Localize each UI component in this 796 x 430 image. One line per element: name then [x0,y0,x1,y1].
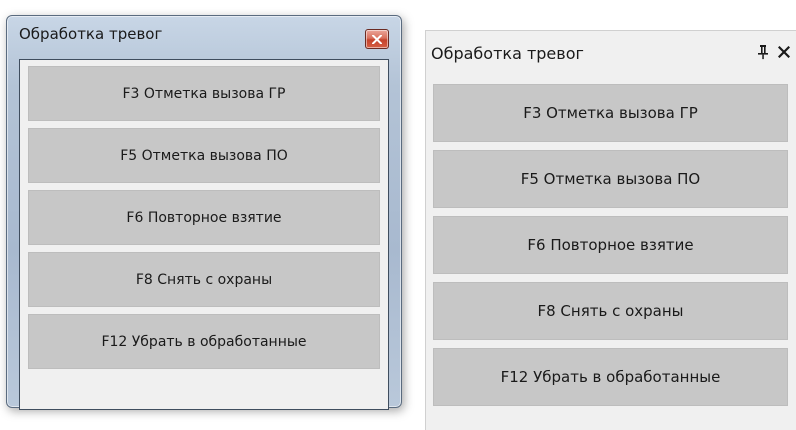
f3-call-gr-button[interactable]: F3 Отметка вызова ГР [433,84,788,142]
f6-rearm-button[interactable]: F6 Повторное взятие [28,190,380,245]
button-label: F8 Снять с охраны [135,271,273,288]
button-label: F5 Отметка вызова ПО [520,170,701,188]
window-close-button[interactable] [365,29,389,49]
f5-call-po-button[interactable]: F5 Отметка вызова ПО [28,128,380,183]
action-button-list: F3 Отметка вызова ГР F5 Отметка вызова П… [433,84,788,414]
docked-alarm-panel: Обработка тревог F3 Отметка вызова ГР F5… [425,30,796,430]
action-button-list: F3 Отметка вызова ГР F5 Отметка вызова П… [28,66,380,376]
panel-close-button[interactable] [775,42,793,62]
f3-call-gr-button[interactable]: F3 Отметка вызова ГР [28,66,380,121]
f8-disarm-button[interactable]: F8 Снять с охраны [433,282,788,340]
close-icon [372,34,382,44]
button-label: F12 Убрать в обработанные [101,333,307,350]
button-label: F3 Отметка вызова ГР [122,85,286,102]
f12-move-to-processed-button[interactable]: F12 Убрать в обработанные [28,314,380,369]
button-label: F5 Отметка вызова ПО [120,147,288,164]
pin-icon [758,45,768,60]
button-label: F12 Убрать в обработанные [500,368,721,386]
button-label: F6 Повторное взятие [527,236,694,254]
f6-rearm-button[interactable]: F6 Повторное взятие [433,216,788,274]
panel-title: Обработка тревог [431,44,584,63]
f5-call-po-button[interactable]: F5 Отметка вызова ПО [433,150,788,208]
f12-move-to-processed-button[interactable]: F12 Убрать в обработанные [433,348,788,406]
f8-disarm-button[interactable]: F8 Снять с охраны [28,252,380,307]
floating-alarm-window: Обработка тревог F3 Отметка вызова ГР F5… [6,15,402,410]
screenshot-stage: Обработка тревог F3 Отметка вызова ГР F5… [0,0,796,430]
pin-button[interactable] [755,42,771,62]
button-label: F6 Повторное взятие [126,209,282,226]
button-label: F3 Отметка вызова ГР [523,104,698,122]
window-client-area: F3 Отметка вызова ГР F5 Отметка вызова П… [19,59,389,410]
button-label: F8 Снять с охраны [537,302,684,320]
window-title: Обработка тревог [19,25,163,43]
close-icon [778,46,790,58]
